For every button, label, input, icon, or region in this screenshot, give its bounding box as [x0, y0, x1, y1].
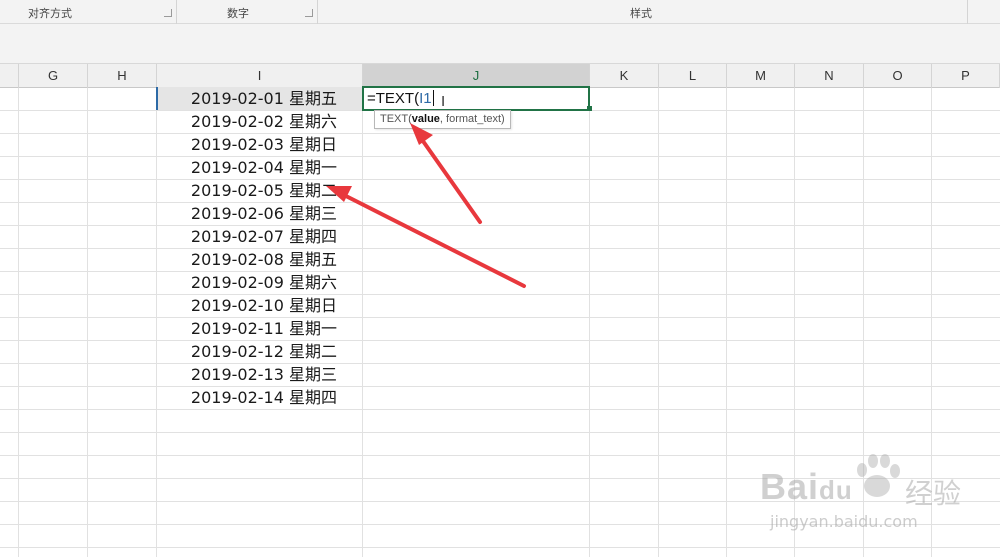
cell-I8[interactable]: 2019-02-08 星期五: [157, 249, 363, 271]
ribbon-group-number-label: 数字: [227, 7, 249, 20]
formula-input-text[interactable]: =TEXT(I1: [367, 90, 434, 107]
ribbon-group-alignment-label: 对齐方式: [28, 7, 72, 20]
column-header-O[interactable]: O: [864, 64, 932, 88]
ribbon-group-styles-label: 样式: [630, 7, 652, 20]
cell-J1-editor[interactable]: =TEXT(I1: [362, 86, 590, 111]
text-caret: [432, 90, 434, 106]
cell-I9[interactable]: 2019-02-09 星期六: [157, 272, 363, 294]
watermark-brand: Baidu: [760, 466, 853, 508]
column-header-F-partial[interactable]: [0, 64, 19, 88]
tooltip-remaining-arguments: , format_text): [439, 113, 505, 125]
cell-I10[interactable]: 2019-02-10 星期日: [157, 295, 363, 317]
ribbon-group-bar: 对齐方式 数字 样式: [0, 0, 1000, 24]
cell-I7[interactable]: 2019-02-07 星期四: [157, 226, 363, 248]
column-header-N[interactable]: N: [795, 64, 864, 88]
column-header-G[interactable]: G: [19, 64, 88, 88]
cell-I11[interactable]: 2019-02-11 星期一: [157, 318, 363, 340]
cell-I13[interactable]: 2019-02-13 星期三: [157, 364, 363, 386]
watermark-brand-bai: Bai: [760, 466, 820, 507]
ribbon-group-styles: 样式: [318, 0, 968, 24]
formula-reference: I1: [419, 90, 432, 107]
formula-prefix: =TEXT(: [367, 90, 420, 107]
column-header-M[interactable]: M: [727, 64, 795, 88]
watermark-brand-cn: 经验: [905, 477, 962, 510]
column-header-L[interactable]: L: [659, 64, 727, 88]
column-header-P[interactable]: P: [932, 64, 1000, 88]
cell-I5[interactable]: 2019-02-05 星期二: [157, 180, 363, 202]
baidu-jingyan-watermark: Baidu 经验 jingyan.baidu.com: [760, 452, 995, 532]
column-header-J[interactable]: J: [363, 64, 590, 88]
column-header-H[interactable]: H: [88, 64, 157, 88]
ribbon-group-number: 数字: [177, 0, 318, 24]
cell-I2[interactable]: 2019-02-02 星期六: [157, 111, 363, 133]
cell-I1[interactable]: 2019-02-01 星期五: [157, 88, 363, 110]
alignment-dialog-launcher-icon[interactable]: [164, 9, 172, 17]
cell-I12[interactable]: 2019-02-12 星期二: [157, 341, 363, 363]
number-dialog-launcher-icon[interactable]: [305, 9, 313, 17]
cell-I4[interactable]: 2019-02-04 星期一: [157, 157, 363, 179]
ibeam-cursor-icon: I: [441, 93, 446, 110]
column-header-I[interactable]: I: [157, 64, 363, 88]
tooltip-active-argument[interactable]: value: [412, 113, 440, 125]
ribbon-group-alignment: 对齐方式: [0, 0, 177, 24]
cell-I14[interactable]: 2019-02-14 星期四: [157, 387, 363, 409]
column-header-row: G H I J K L M N O P: [0, 64, 1000, 88]
cell-I6[interactable]: 2019-02-06 星期三: [157, 203, 363, 225]
fill-handle[interactable]: [587, 106, 592, 111]
column-header-K[interactable]: K: [590, 64, 659, 88]
watermark-brand-du: du: [819, 475, 853, 505]
watermark-url: jingyan.baidu.com: [770, 512, 918, 531]
function-argument-tooltip[interactable]: TEXT(value, format_text): [374, 110, 511, 129]
cell-I3[interactable]: 2019-02-03 星期日: [157, 134, 363, 156]
tooltip-function-name[interactable]: TEXT(: [380, 113, 412, 125]
formula-bar-area: [0, 24, 1000, 64]
